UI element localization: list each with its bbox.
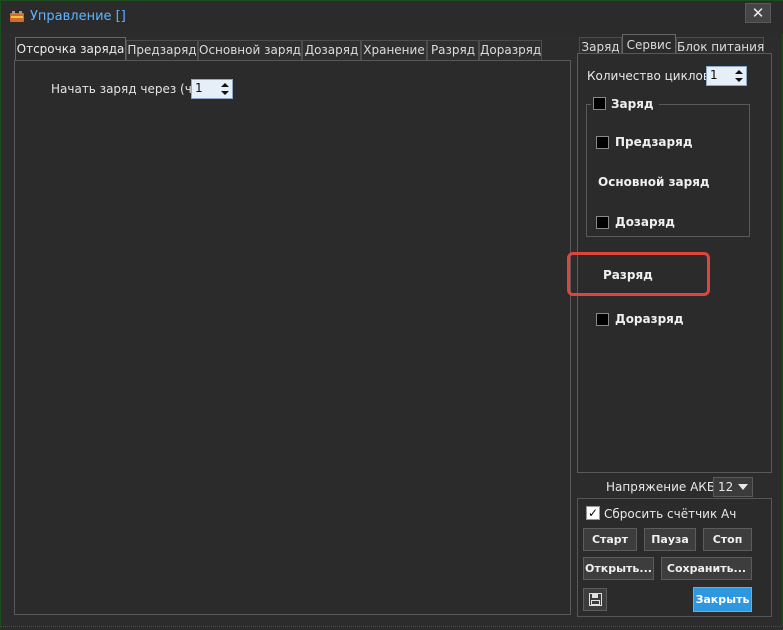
topup-checkbox[interactable] xyxy=(596,216,609,229)
voltage-label: Напряжение АКБ: xyxy=(606,480,720,494)
floppy-disk-icon xyxy=(589,593,602,606)
tab-delay[interactable]: Отсрочка заряда xyxy=(15,37,126,60)
tab-precharge[interactable]: Предзаряд xyxy=(126,40,198,60)
pause-button[interactable]: Пауза xyxy=(644,528,696,551)
cycles-value: 1 xyxy=(710,68,718,82)
open-button[interactable]: Открыть... xyxy=(583,557,654,580)
charge-checkbox[interactable] xyxy=(593,97,606,110)
topup-label: Дозаряд xyxy=(615,215,675,229)
tab-discharge[interactable]: Разряд xyxy=(427,40,479,60)
close-button[interactable]: Закрыть xyxy=(693,587,752,612)
app-window: Управление [] ✕ Отсрочка заряда Предзаря… xyxy=(0,0,783,630)
charge-label: Заряд xyxy=(611,97,654,111)
close-window-button[interactable]: ✕ xyxy=(745,3,771,23)
delay-hours-stepper[interactable]: 1 xyxy=(191,79,233,99)
save-as-button[interactable]: Сохранить... xyxy=(661,557,752,580)
stepper-arrows-icon xyxy=(735,70,743,82)
main-charge-label: Основной заряд xyxy=(598,175,710,189)
window-title: Управление [] xyxy=(30,9,126,24)
title-bar: Управление [] ✕ xyxy=(1,1,783,34)
precharge-label: Предзаряд xyxy=(615,135,693,149)
reset-counter-label: Сбросить счётчик Ач xyxy=(604,507,737,521)
tab-panel-delay xyxy=(14,60,571,615)
extra-discharge-label: Доразряд xyxy=(615,312,684,326)
voltage-select[interactable]: 12 xyxy=(713,477,753,497)
precharge-checkbox[interactable] xyxy=(596,136,609,149)
delay-hours-value: 1 xyxy=(195,81,203,95)
stop-button[interactable]: Стоп xyxy=(703,528,752,551)
save-file-button[interactable] xyxy=(583,588,607,611)
stepper-arrows-icon xyxy=(221,83,229,95)
close-icon: ✕ xyxy=(751,4,765,22)
discharge-highlight xyxy=(567,252,710,296)
tab-topup[interactable]: Дозаряд xyxy=(302,40,361,60)
voltage-value: 12 xyxy=(718,480,734,494)
window-bottom-edge xyxy=(1,626,783,630)
extra-discharge-checkbox[interactable] xyxy=(596,313,609,326)
reset-counter-checkbox[interactable]: ✓ xyxy=(586,506,600,520)
tab-main-charge[interactable]: Основной заряд xyxy=(198,40,302,60)
app-logo-icon xyxy=(10,11,24,22)
tab-storage[interactable]: Хранение xyxy=(361,40,427,60)
delay-label: Начать заряд через (ч): xyxy=(51,82,201,96)
cycles-label: Количество циклов: xyxy=(587,69,714,83)
chevron-down-icon xyxy=(738,484,748,490)
cycles-stepper[interactable]: 1 xyxy=(706,66,747,86)
tab-extra-discharge[interactable]: Доразряд xyxy=(479,40,542,60)
start-button[interactable]: Старт xyxy=(583,528,637,551)
